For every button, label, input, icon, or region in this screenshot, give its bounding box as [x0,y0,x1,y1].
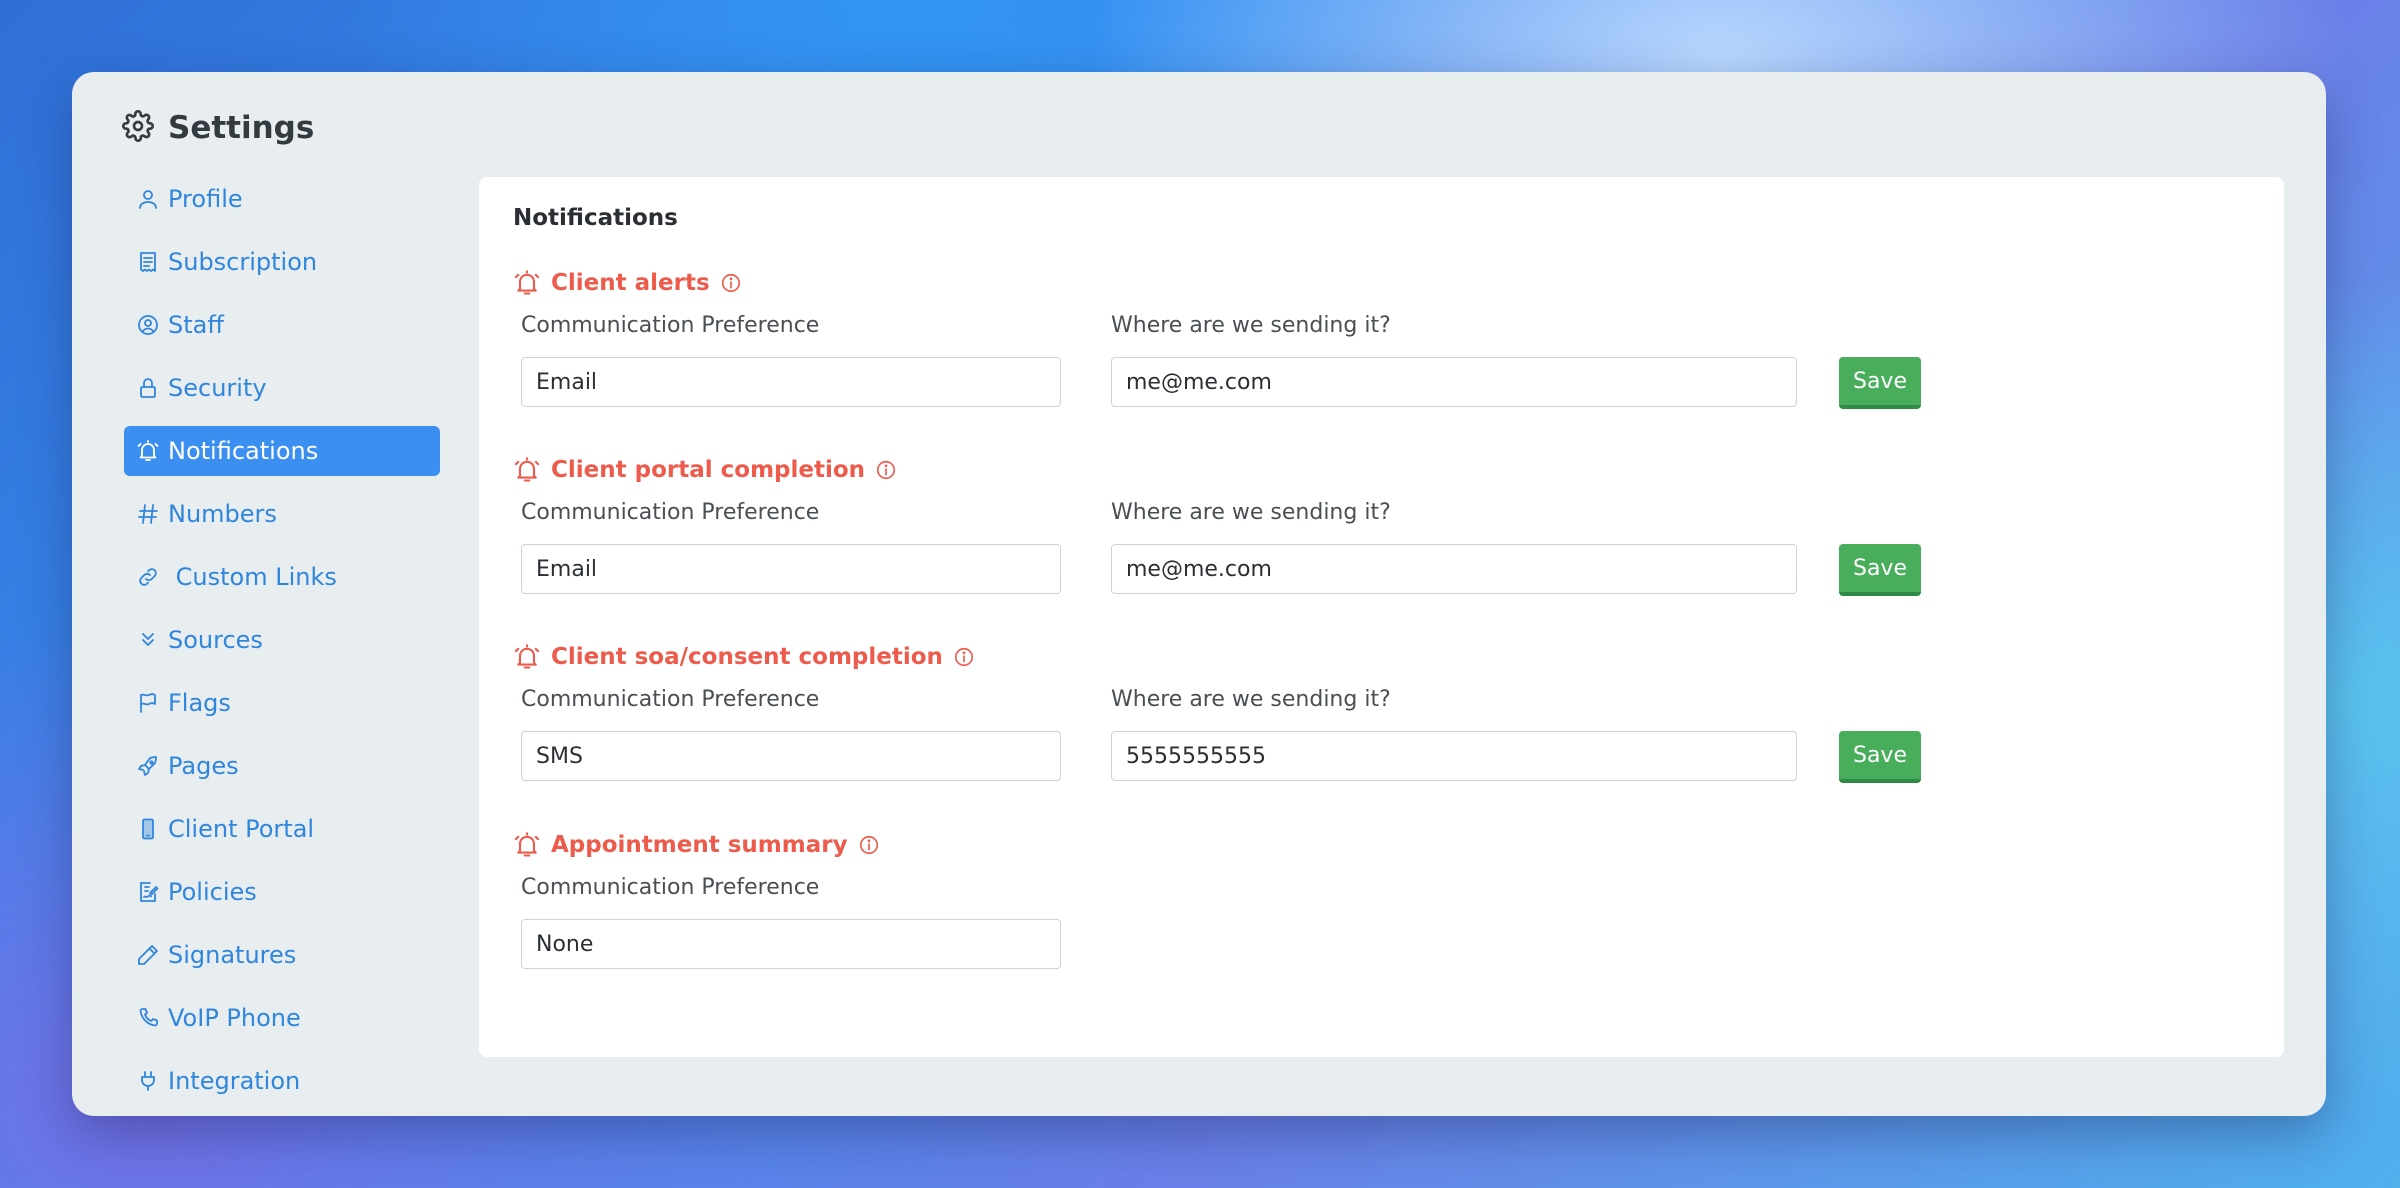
info-icon[interactable] [953,646,975,668]
link-icon [136,565,160,589]
sidebar-item-profile[interactable]: Profile [124,174,440,224]
app-header: Settings [122,98,314,158]
pref-label: Communication Preference [521,875,820,900]
sidebar-item-label: Signatures [168,941,297,969]
gear-icon [122,110,154,146]
sidebar-item-label: Client Portal [168,815,315,843]
destination-input[interactable] [1111,731,1797,781]
section-title: Client portal completion [551,457,866,483]
settings-window: Settings Profile Subscription Staff Securit… [72,72,2326,1116]
sidebar-item-client-portal[interactable]: Client Portal [124,804,440,854]
communication-preference-select[interactable] [521,544,1061,594]
dest-label: Where are we sending it? [1111,687,1391,712]
sidebar-item-label: Subscription [168,248,318,276]
save-button[interactable]: Save [1839,731,1921,783]
sidebar-item-label: Sources [168,626,263,654]
chevron-double-down-icon [136,628,160,652]
sidebar-item-subscription[interactable]: Subscription [124,237,440,287]
info-icon[interactable] [858,834,880,856]
user-circle-icon [136,313,160,337]
bell-alert-icon [513,269,541,297]
section-client-portal-completion: Client portal completion Communication P… [513,452,2273,628]
dest-label: Where are we sending it? [1111,313,1391,338]
pref-label: Communication Preference [521,687,820,712]
hash-icon [136,502,160,526]
phone-icon [136,817,160,841]
person-icon [136,187,160,211]
panel-title: Notifications [513,205,678,231]
save-button[interactable]: Save [1839,544,1921,596]
section-client-alerts: Client alerts Communication Preference W… [513,265,2273,441]
sidebar-item-label: Policies [168,878,257,906]
pencil-icon [136,943,160,967]
communication-preference-select[interactable] [521,731,1061,781]
sidebar-item-label: VoIP Phone [168,1004,301,1032]
pref-label: Communication Preference [521,313,820,338]
bell-alert-icon [513,643,541,671]
sidebar-item-voip-phone[interactable]: VoIP Phone [124,993,440,1043]
telephone-icon [136,1006,160,1030]
communication-preference-select[interactable] [521,919,1061,969]
sidebar-item-label: Custom Links [168,563,337,591]
section-title: Client alerts [551,270,710,296]
sidebar-item-label: Security [168,374,267,402]
section-client-soa-consent-completion: Client soa/consent completion Communicat… [513,639,2273,815]
flag-icon [136,691,160,715]
bell-icon [136,439,160,463]
sidebar-item-label: Staff [168,311,224,339]
info-icon[interactable] [875,459,897,481]
rocket-icon [136,754,160,778]
sidebar-item-label: Flags [168,689,231,717]
section-appointment-summary: Appointment summary Communication Prefer… [513,827,2273,1003]
sidebar-item-signatures[interactable]: Signatures [124,930,440,980]
signed-document-icon [136,880,160,904]
pref-label: Communication Preference [521,500,820,525]
notifications-panel: Notifications Client alerts Communicatio… [479,177,2284,1057]
page-title: Settings [168,110,315,146]
section-title: Client soa/consent completion [551,644,943,670]
lock-icon [136,376,160,400]
section-header: Client soa/consent completion [513,639,2273,675]
sidebar-item-numbers[interactable]: Numbers [124,489,440,539]
sidebar-item-label: Pages [168,752,239,780]
bell-alert-icon [513,456,541,484]
section-header: Client portal completion [513,452,2273,488]
sidebar-item-label: Integration [168,1067,301,1095]
sidebar-item-custom-links[interactable]: Custom Links [124,552,440,602]
sidebar-item-notifications[interactable]: Notifications [124,426,440,476]
sidebar-item-label: Profile [168,185,243,213]
section-header: Appointment summary [513,827,2273,863]
section-title: Appointment summary [551,832,848,858]
sidebar-item-label: Numbers [168,500,277,528]
receipt-icon [136,250,160,274]
bell-alert-icon [513,831,541,859]
sidebar-item-security[interactable]: Security [124,363,440,413]
section-header: Client alerts [513,265,2273,301]
sidebar-item-sources[interactable]: Sources [124,615,440,665]
sidebar: Profile Subscription Staff Security Notifica… [124,174,440,1114]
info-icon[interactable] [720,272,742,294]
destination-input[interactable] [1111,357,1797,407]
save-button[interactable]: Save [1839,357,1921,409]
sidebar-item-policies[interactable]: Policies [124,867,440,917]
destination-input[interactable] [1111,544,1797,594]
communication-preference-select[interactable] [521,357,1061,407]
sidebar-item-pages[interactable]: Pages [124,741,440,791]
sidebar-item-integration[interactable]: Integration [124,1056,440,1106]
sidebar-item-flags[interactable]: Flags [124,678,440,728]
sidebar-item-staff[interactable]: Staff [124,300,440,350]
dest-label: Where are we sending it? [1111,500,1391,525]
sidebar-item-label: Notifications [168,437,319,465]
plug-icon [136,1069,160,1093]
